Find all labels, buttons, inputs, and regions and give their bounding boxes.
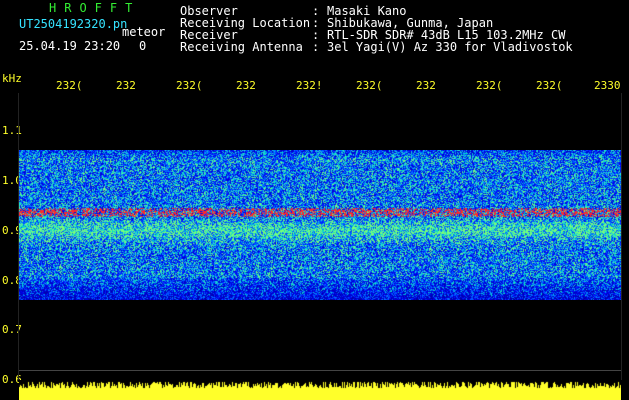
time-tick: 232 [416,79,436,92]
spectrogram-canvas [19,150,621,300]
time-tick: 232 [116,79,136,92]
time-tick: 232( [56,79,83,92]
file-name: UT2504192320.pn [19,17,128,31]
info-label-antenna: Receiving Antenna [180,40,303,54]
frequency-unit-label: kHz [2,72,22,85]
time-tick: 232( [356,79,383,92]
hrofft-window: HROFFT UT2504192320.pn meteor 25.04.19 2… [0,0,629,400]
event-count: 0 [139,39,147,53]
date-time: 25.04.19 23:20 [19,39,121,53]
baseline-line [19,370,621,371]
file-tag: meteor [122,25,166,39]
app-title: HROFFT [49,1,141,15]
time-tick: 232( [536,79,563,92]
time-tick: 232( [176,79,203,92]
time-tick: 232! [296,79,323,92]
time-tick: 232 [236,79,256,92]
time-tick: 232( [476,79,503,92]
signal-level-strip [19,380,621,400]
time-tick: 2330 [594,79,621,92]
info-value-antenna: 3el Yagi(V) Az 330 for Vladivostok [327,40,573,54]
info-sep: : [312,40,320,54]
plot-frame-right [621,93,622,380]
